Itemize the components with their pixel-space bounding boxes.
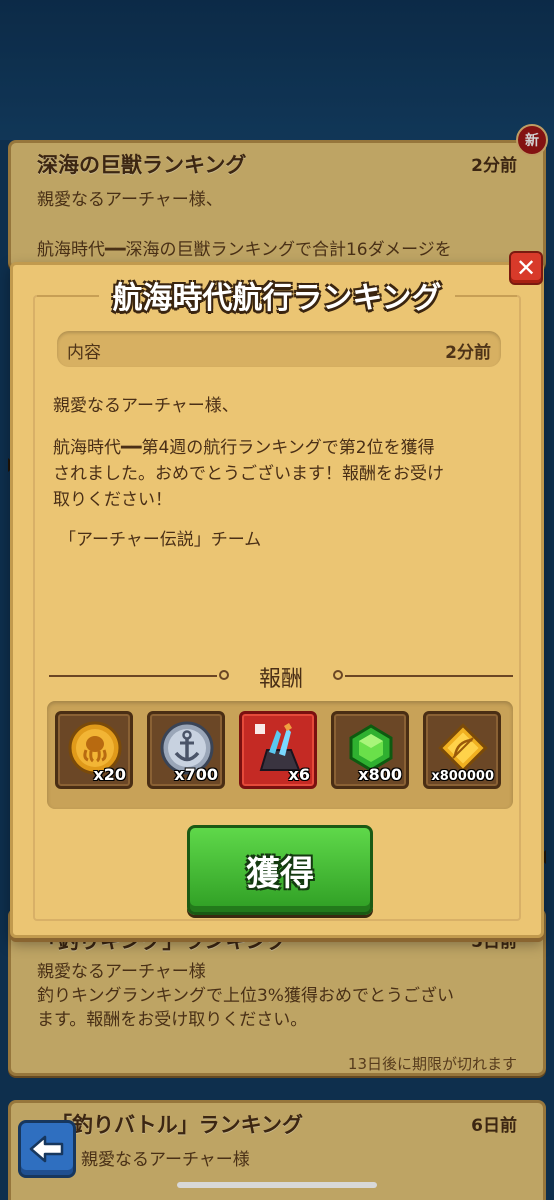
content-time: 2分前 (445, 343, 491, 363)
divider-ornament (333, 670, 343, 680)
reward-qty: x20 (93, 765, 126, 784)
claim-label: 獲得 (246, 853, 314, 894)
title-decoration (447, 295, 517, 297)
rewards-label: 報酬 (258, 667, 303, 692)
reward-item-equipment[interactable]: x6 (239, 711, 317, 789)
divider (345, 675, 513, 677)
ranking-mail-modal: 航海時代航行ランキング ✕ 内容 2分前 親愛なるアーチャー様、 航海時代━━第… (10, 251, 544, 938)
reward-item-octopus-coin[interactable]: x20 (55, 711, 133, 789)
reward-qty: x800000 (431, 769, 494, 784)
content-label: 内容 (67, 343, 101, 363)
back-button[interactable] (18, 1120, 76, 1178)
reward-qty: x700 (174, 765, 218, 784)
home-indicator[interactable] (177, 1182, 377, 1188)
reward-qty: x6 (288, 765, 310, 784)
title-decoration (37, 295, 107, 297)
reward-item-anchor-coin[interactable]: x700 (147, 711, 225, 789)
rewards-tray: x20 x700 x6 x800 x800000 (47, 701, 513, 809)
mail-signature: 「アーチャー伝説」チーム (59, 530, 262, 550)
mail-message-line: されました。おめでとうございます！報酬をお受け (53, 464, 444, 484)
mail-message-line: 取りください！ (53, 490, 172, 510)
close-icon: ✕ (515, 254, 537, 282)
claim-button[interactable]: 獲得 (187, 825, 373, 915)
mail-message-line: 航海時代━━第4週の航行ランキングで第2位を獲得 (53, 438, 435, 458)
bow-token-icon (438, 723, 488, 773)
rewards-header: 報酬 (49, 661, 513, 692)
modal-title: 航海時代航行ランキング (99, 273, 455, 317)
reward-qty: x800 (358, 765, 402, 784)
reward-item-bow-token[interactable]: x800000 (423, 711, 501, 789)
mail-greeting: 親愛なるアーチャー様、 (53, 396, 239, 416)
content-header: 内容 2分前 (57, 331, 501, 367)
back-arrow-icon (29, 1135, 64, 1163)
close-button[interactable]: ✕ (509, 251, 543, 285)
reward-item-gem[interactable]: x800 (331, 711, 409, 789)
